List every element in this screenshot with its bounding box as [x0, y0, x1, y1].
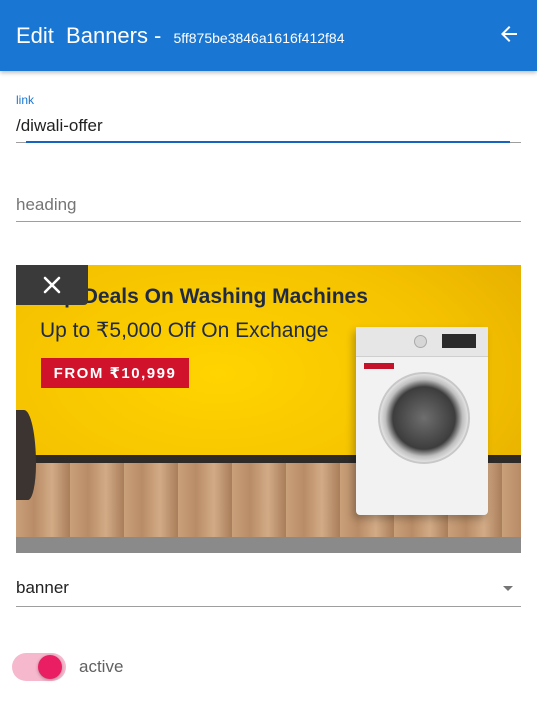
title-separator: - — [154, 22, 162, 48]
heading-input[interactable] — [16, 192, 521, 218]
washer-label — [364, 363, 394, 369]
washing-machine-image — [356, 327, 488, 515]
type-select[interactable]: banner — [16, 572, 521, 608]
title-action: Edit — [16, 22, 54, 48]
dropdown-arrow-icon — [503, 586, 513, 591]
banner-subline: Up to ₹5,000 Off On Exchange — [40, 319, 329, 342]
arrow-left-icon — [501, 26, 517, 42]
banner-image: Top Deals On Washing Machines Up to ₹5,0… — [16, 265, 521, 537]
banner-vase — [16, 410, 36, 500]
toggle-thumb — [38, 655, 62, 679]
banner-image-preview: Top Deals On Washing Machines Up to ₹5,0… — [16, 265, 521, 553]
link-label: link — [16, 93, 35, 107]
heading-underline — [16, 221, 521, 222]
page-title: Edit Banners - 5ff875be3846a1616f412f84 — [16, 23, 344, 49]
washer-knob — [414, 335, 427, 348]
heading-field — [16, 188, 521, 224]
washer-display — [442, 334, 476, 348]
back-button[interactable] — [497, 22, 521, 46]
link-field: link — [16, 93, 521, 145]
active-toggle[interactable] — [12, 651, 66, 683]
banner-headline: Top Deals On Washing Machines — [40, 285, 368, 308]
type-select-value: banner — [16, 578, 69, 597]
active-toggle-row: active — [12, 651, 312, 683]
remove-image-button[interactable] — [16, 265, 88, 305]
banner-price-badge: FROM ₹10,999 — [41, 358, 189, 388]
record-id: 5ff875be3846a1616f412f84 — [173, 29, 345, 46]
title-collection: Banners — [66, 22, 148, 48]
app-bar: Edit Banners - 5ff875be3846a1616f412f84 — [0, 0, 537, 71]
link-input[interactable] — [16, 113, 521, 139]
active-label: active — [79, 657, 124, 676]
type-select-underline — [16, 606, 521, 607]
close-icon — [43, 276, 61, 294]
washer-door — [378, 372, 470, 464]
link-focus-underline — [26, 141, 510, 143]
